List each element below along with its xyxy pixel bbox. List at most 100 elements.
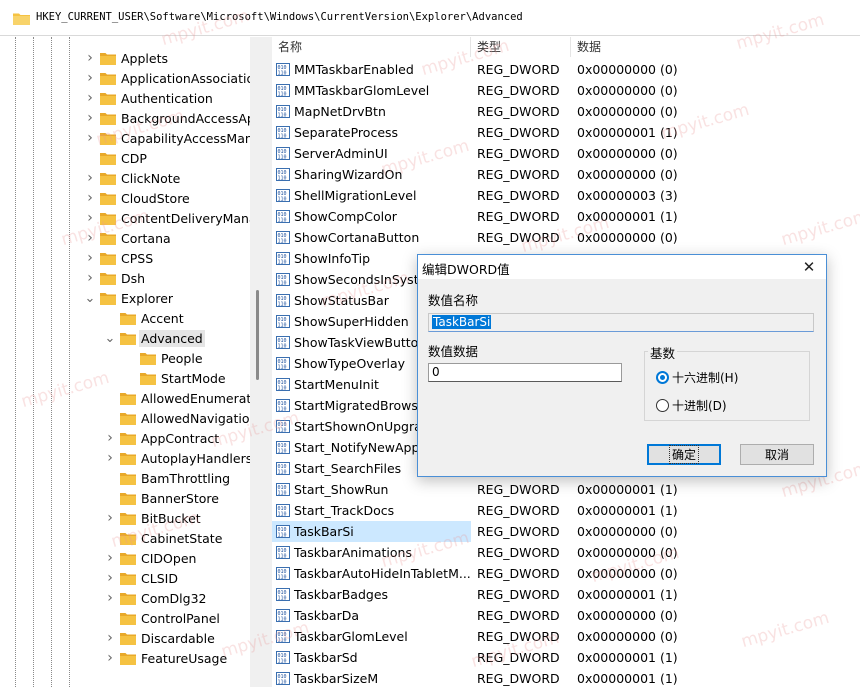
- chevron-right-icon[interactable]: ›: [84, 50, 96, 66]
- tree-node[interactable]: › CPSS: [84, 248, 155, 268]
- value-row[interactable]: 010 110 TaskBarSi REG_DWORD 0x00000000 (0): [272, 521, 860, 542]
- value-row[interactable]: 010 110 MMTaskbarGlomLevel REG_DWORD 0x00000…: [272, 80, 860, 101]
- value-name: ServerAdminUI: [294, 146, 388, 161]
- value-row[interactable]: 010 110 TaskbarBadges REG_DWORD 0x00000001 (…: [272, 584, 860, 605]
- tree-node[interactable]: › ApplicationAssociatio: [84, 68, 250, 88]
- tree-node[interactable]: › CapabilityAccessMana: [84, 128, 250, 148]
- reg-binary-icon: 010110: [276, 126, 290, 139]
- svg-text:110: 110: [278, 344, 287, 350]
- value-row[interactable]: 010 110 MMTaskbarEnabled REG_DWORD 0x0000000…: [272, 59, 860, 80]
- chevron-down-icon[interactable]: ⌄: [84, 291, 96, 306]
- column-header-name[interactable]: 名称: [272, 37, 471, 57]
- tree-node[interactable]: StartMode: [124, 368, 228, 388]
- value-row[interactable]: 010 110 TaskbarAutoHideInTabletM... REG_DWO…: [272, 563, 860, 584]
- value-name-field[interactable]: TaskBarSi: [428, 313, 814, 332]
- tree-node[interactable]: › FeatureUsage: [104, 648, 229, 668]
- value-row[interactable]: 010 110 Start_TrackDocs REG_DWORD 0x00000001…: [272, 500, 860, 521]
- value-data-input[interactable]: 0: [428, 363, 622, 382]
- value-row[interactable]: 010 110 TaskbarSd REG_DWORD 0x00000001 (1): [272, 647, 860, 668]
- chevron-right-icon[interactable]: ›: [104, 430, 116, 446]
- chevron-right-icon[interactable]: ›: [104, 590, 116, 606]
- address-bar[interactable]: HKEY_CURRENT_USER\Software\Microsoft\Win…: [0, 0, 860, 36]
- tree-node[interactable]: › Discardable: [104, 628, 217, 648]
- chevron-right-icon[interactable]: ›: [84, 250, 96, 266]
- tree-node[interactable]: › Authentication: [84, 88, 215, 108]
- chevron-down-icon[interactable]: ⌄: [104, 331, 116, 346]
- chevron-right-icon[interactable]: ›: [84, 130, 96, 146]
- tree-node[interactable]: ⌄ Advanced: [104, 328, 205, 348]
- tree-node[interactable]: AllowedEnumeratio: [104, 388, 250, 408]
- chevron-right-icon[interactable]: ›: [84, 70, 96, 86]
- tree-node[interactable]: CDP: [84, 148, 149, 168]
- value-row[interactable]: 010 110 TaskbarSizeM REG_DWORD 0x00000001 (1…: [272, 668, 860, 687]
- tree-node-label: BannerStore: [141, 490, 219, 506]
- value-row[interactable]: 010 110 SeparateProcess REG_DWORD 0x00000001…: [272, 122, 860, 143]
- value-row[interactable]: 010 110 TaskbarAnimations REG_DWORD 0x000000…: [272, 542, 860, 563]
- value-row[interactable]: 010 110 TaskbarDa REG_DWORD 0x00000000 (0): [272, 605, 860, 626]
- tree-node[interactable]: › CloudStore: [84, 188, 192, 208]
- reg-binary-icon: 010110: [276, 672, 290, 685]
- tree-node-label: ComDlg32: [141, 590, 207, 606]
- chevron-right-icon[interactable]: ›: [104, 650, 116, 666]
- column-header-data[interactable]: 数据: [571, 37, 860, 57]
- chevron-right-icon[interactable]: ›: [84, 110, 96, 126]
- tree-node[interactable]: ControlPanel: [104, 608, 222, 628]
- value-row[interactable]: 010 110 ShowCortanaButton REG_DWORD 0x000000…: [272, 227, 860, 248]
- tree-node[interactable]: Accent: [104, 308, 186, 328]
- tree-node[interactable]: BamThrottling: [104, 468, 232, 488]
- value-row[interactable]: 010 110 SharingWizardOn REG_DWORD 0x00000000…: [272, 164, 860, 185]
- tree-node[interactable]: › Applets: [84, 48, 170, 68]
- folder-icon: [120, 472, 136, 485]
- column-header-type[interactable]: 类型: [471, 37, 571, 57]
- base-label: 基数: [648, 343, 678, 362]
- chevron-right-icon[interactable]: ›: [84, 170, 96, 186]
- tree-node[interactable]: › ClickNote: [84, 168, 182, 188]
- value-data: 0x00000001 (1): [577, 125, 678, 140]
- chevron-right-icon[interactable]: ›: [84, 190, 96, 206]
- tree-node[interactable]: › CLSID: [104, 568, 180, 588]
- value-row[interactable]: 010 110 MapNetDrvBtn REG_DWORD 0x00000000 (0…: [272, 101, 860, 122]
- tree-node[interactable]: People: [124, 348, 205, 368]
- chevron-right-icon[interactable]: ›: [84, 210, 96, 226]
- value-row[interactable]: 010 110 ServerAdminUI REG_DWORD 0x00000000 (…: [272, 143, 860, 164]
- tree-node[interactable]: › CIDOpen: [104, 548, 198, 568]
- value-name: ShowStatusBar: [294, 293, 389, 308]
- tree-node[interactable]: BannerStore: [104, 488, 221, 508]
- tree-scrollbar-thumb[interactable]: [256, 290, 259, 380]
- tree-scrollbar[interactable]: [250, 37, 272, 687]
- chevron-right-icon[interactable]: ›: [104, 550, 116, 566]
- close-icon[interactable]: ✕: [798, 257, 820, 277]
- chevron-right-icon[interactable]: ›: [104, 510, 116, 526]
- tree-node[interactable]: › Cortana: [84, 228, 173, 248]
- tree-node[interactable]: › ContentDeliveryManag: [84, 208, 250, 228]
- chevron-right-icon[interactable]: ›: [104, 570, 116, 586]
- value-row[interactable]: 010 110 TaskbarGlomLevel REG_DWORD 0x0000000…: [272, 626, 860, 647]
- tree-node[interactable]: ⌄ Explorer: [84, 288, 175, 308]
- value-row[interactable]: 010 110 Start_ShowRun REG_DWORD 0x00000001 (…: [272, 479, 860, 500]
- tree-node[interactable]: › AppContract: [104, 428, 221, 448]
- chevron-right-icon[interactable]: ›: [104, 630, 116, 646]
- dec-radio[interactable]: 十进制(D): [656, 397, 727, 414]
- tree-node[interactable]: CabinetState: [104, 528, 224, 548]
- chevron-right-icon[interactable]: ›: [84, 270, 96, 286]
- cancel-button[interactable]: 取消: [740, 444, 814, 465]
- value-name: ShowInfoTip: [294, 251, 371, 266]
- tree-node[interactable]: › BackgroundAccessAp: [84, 108, 250, 128]
- tree-node[interactable]: › AutoplayHandlers: [104, 448, 250, 468]
- chevron-right-icon[interactable]: ›: [84, 230, 96, 246]
- tree-node[interactable]: › BitBucket: [104, 508, 203, 528]
- tree-node-label: BackgroundAccessAp: [121, 110, 250, 126]
- registry-tree[interactable]: › Applets › ApplicationAssociatio › Authentic…: [0, 37, 250, 687]
- tree-node[interactable]: AllowedNavigation: [104, 408, 250, 428]
- ok-button[interactable]: 确定: [647, 444, 721, 465]
- radio-selected-icon: [656, 371, 669, 384]
- value-row[interactable]: 010 110 ShellMigrationLevel REG_DWORD 0x0000…: [272, 185, 860, 206]
- hex-radio[interactable]: 十六进制(H): [656, 369, 738, 386]
- tree-node[interactable]: › ComDlg32: [104, 588, 209, 608]
- chevron-right-icon[interactable]: ›: [84, 90, 96, 106]
- value-row[interactable]: 010 110 ShowCompColor REG_DWORD 0x00000001 (…: [272, 206, 860, 227]
- tree-node[interactable]: › Dsh: [84, 268, 147, 288]
- dialog-titlebar[interactable]: 编辑DWORD值 ✕: [418, 255, 826, 279]
- value-type: REG_DWORD: [477, 587, 560, 602]
- chevron-right-icon[interactable]: ›: [104, 450, 116, 466]
